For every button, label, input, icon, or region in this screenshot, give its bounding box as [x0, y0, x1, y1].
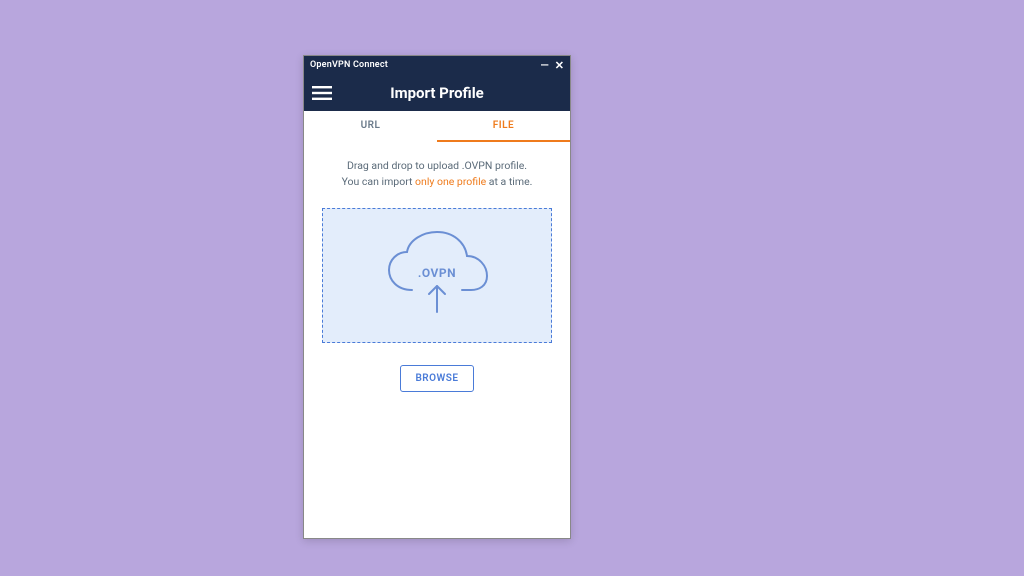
- instructions: Drag and drop to upload .OVPN profile. Y…: [322, 158, 552, 190]
- window-title: OpenVPN Connect: [310, 60, 388, 70]
- content: Drag and drop to upload .OVPN profile. Y…: [304, 142, 570, 392]
- page-title: Import Profile: [304, 84, 570, 102]
- instructions-line1: Drag and drop to upload .OVPN profile.: [322, 158, 552, 174]
- tabs: URL FILE: [304, 111, 570, 142]
- dropzone[interactable]: .OVPN: [322, 208, 552, 343]
- app-header: Import Profile: [304, 74, 570, 111]
- titlebar: OpenVPN Connect — ✕: [304, 56, 570, 74]
- tab-url[interactable]: URL: [304, 111, 437, 142]
- browse-button[interactable]: BROWSE: [400, 365, 473, 392]
- cloud-upload-icon: .OVPN: [377, 228, 497, 323]
- app-window: OpenVPN Connect — ✕ Import Profile URL F…: [303, 55, 571, 539]
- window-controls: — ✕: [540, 60, 564, 71]
- hamburger-menu-icon[interactable]: [304, 86, 340, 100]
- close-button[interactable]: ✕: [555, 60, 564, 71]
- minimize-button[interactable]: —: [540, 60, 548, 71]
- instructions-line2: You can import only one profile at a tim…: [322, 174, 552, 190]
- instructions-highlight: only one profile: [415, 175, 486, 188]
- tab-file[interactable]: FILE: [437, 111, 570, 142]
